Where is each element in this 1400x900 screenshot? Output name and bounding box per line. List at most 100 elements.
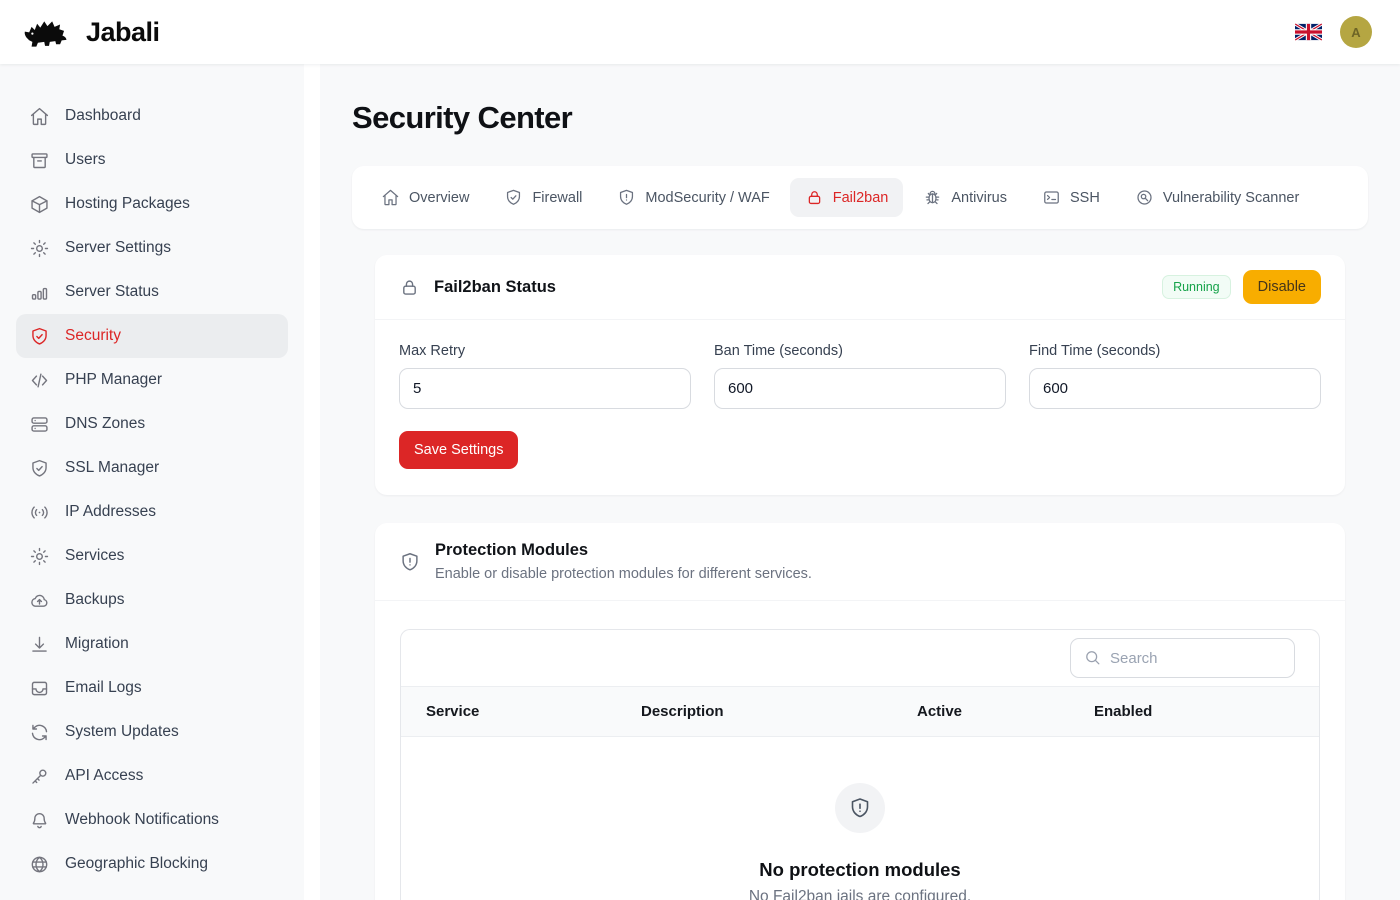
key-icon: [29, 766, 50, 787]
column-header-service: Service: [401, 687, 616, 736]
shield-check-icon: [29, 326, 50, 347]
max-retry-input[interactable]: [399, 368, 691, 409]
shield-alert-icon: [617, 188, 636, 207]
download-icon: [29, 634, 50, 655]
bell-icon: [29, 810, 50, 831]
column-header-enabled: Enabled: [1069, 687, 1319, 736]
sidebar-scrollbar-track[interactable]: [304, 64, 320, 900]
find-time-input[interactable]: [1029, 368, 1321, 409]
tab-label: SSH: [1070, 190, 1100, 206]
security-tabs: Overview Firewall ModSecurity / WAF Fail…: [352, 166, 1368, 229]
field-find-time: Find Time (seconds): [1029, 343, 1321, 409]
gear-icon: [29, 546, 50, 567]
broadcast-icon: [29, 502, 50, 523]
magnifier-circle-icon: [1135, 188, 1154, 207]
archive-box-icon: [29, 150, 50, 171]
search-icon: [1083, 648, 1102, 667]
card-title: Protection Modules: [435, 541, 812, 560]
arrows-rotate-icon: [29, 722, 50, 743]
field-max-retry: Max Retry: [399, 343, 691, 409]
sidebar-item-api-access[interactable]: API Access: [16, 754, 288, 798]
bar-chart-icon: [29, 282, 50, 303]
sidebar-item-services[interactable]: Services: [16, 534, 288, 578]
modules-table: Service Description Active Enabled No pr…: [400, 629, 1320, 900]
search-box: [1070, 638, 1295, 678]
sidebar-item-system-updates[interactable]: System Updates: [16, 710, 288, 754]
tab-label: Antivirus: [951, 190, 1007, 206]
sidebar-item-label: Users: [65, 151, 105, 169]
field-ban-time: Ban Time (seconds): [714, 343, 1006, 409]
sidebar-item-dns-zones[interactable]: DNS Zones: [16, 402, 288, 446]
sidebar-item-webhook-notifications[interactable]: Webhook Notifications: [16, 798, 288, 842]
sidebar-item-label: Geographic Blocking: [65, 855, 208, 873]
lock-icon: [399, 277, 420, 298]
sidebar-item-label: Security: [65, 327, 121, 345]
shield-check-icon: [504, 188, 523, 207]
field-label: Find Time (seconds): [1029, 343, 1321, 359]
top-header: Jabali A: [0, 0, 1400, 64]
sidebar-item-label: DNS Zones: [65, 415, 145, 433]
status-badge: Running: [1162, 275, 1231, 299]
sidebar-item-label: Backups: [65, 591, 124, 609]
table-header-row: Service Description Active Enabled: [401, 686, 1319, 737]
brand-logo[interactable]: Jabali: [22, 13, 160, 51]
inbox-icon: [29, 678, 50, 699]
lock-icon: [805, 188, 824, 207]
sidebar-nav: Dashboard Users Hosting Packages Server …: [0, 64, 304, 900]
empty-state: No protection modules No Fail2ban jails …: [401, 737, 1319, 900]
sidebar-item-users[interactable]: Users: [16, 138, 288, 182]
sidebar-item-email-logs[interactable]: Email Logs: [16, 666, 288, 710]
disable-button[interactable]: Disable: [1243, 270, 1321, 304]
tab-ssh[interactable]: SSH: [1027, 178, 1115, 217]
field-label: Ban Time (seconds): [714, 343, 1006, 359]
empty-state-subtitle: No Fail2ban jails are configured.: [749, 888, 971, 900]
tab-label: Vulnerability Scanner: [1163, 190, 1299, 206]
ban-time-input[interactable]: [714, 368, 1006, 409]
empty-state-icon-circle: [835, 783, 885, 833]
tab-antivirus[interactable]: Antivirus: [908, 178, 1022, 217]
shield-alert-icon: [399, 551, 421, 573]
cube-icon: [29, 194, 50, 215]
sidebar-item-security[interactable]: Security: [16, 314, 288, 358]
sidebar-item-label: Webhook Notifications: [65, 811, 219, 829]
sidebar-item-ssl-manager[interactable]: SSL Manager: [16, 446, 288, 490]
sidebar-item-dashboard[interactable]: Dashboard: [16, 94, 288, 138]
sidebar-item-geographic-blocking[interactable]: Geographic Blocking: [16, 842, 288, 886]
tab-modsecurity-waf[interactable]: ModSecurity / WAF: [602, 178, 784, 217]
save-settings-button[interactable]: Save Settings: [399, 431, 518, 469]
sidebar-item-label: Email Logs: [65, 679, 142, 697]
sidebar-item-label: Hosting Packages: [65, 195, 190, 213]
field-label: Max Retry: [399, 343, 691, 359]
sidebar-item-ip-addresses[interactable]: IP Addresses: [16, 490, 288, 534]
tab-overview[interactable]: Overview: [366, 178, 484, 217]
user-avatar[interactable]: A: [1340, 16, 1372, 48]
search-input[interactable]: [1070, 638, 1295, 678]
sidebar-item-label: Services: [65, 547, 124, 565]
sidebar-item-backups[interactable]: Backups: [16, 578, 288, 622]
card-title: Fail2ban Status: [434, 278, 556, 297]
tab-label: ModSecurity / WAF: [645, 190, 769, 206]
uk-flag-icon[interactable]: [1295, 23, 1322, 41]
column-header-description: Description: [616, 687, 892, 736]
tab-label: Overview: [409, 190, 469, 206]
main-content: Security Center Overview Firewall ModSec…: [320, 64, 1400, 900]
sidebar-item-label: IP Addresses: [65, 503, 156, 521]
sidebar-item-php-manager[interactable]: PHP Manager: [16, 358, 288, 402]
tab-label: Firewall: [532, 190, 582, 206]
card-subtitle: Enable or disable protection modules for…: [435, 566, 812, 582]
sidebar-item-hosting-packages[interactable]: Hosting Packages: [16, 182, 288, 226]
shield-alert-icon: [848, 796, 872, 820]
sidebar-item-server-settings[interactable]: Server Settings: [16, 226, 288, 270]
sidebar-item-label: API Access: [65, 767, 143, 785]
sidebar-item-label: Server Settings: [65, 239, 171, 257]
bug-icon: [923, 188, 942, 207]
fail2ban-status-card: Fail2ban Status Running Disable Max Retr…: [375, 255, 1345, 495]
tab-vulnerability-scanner[interactable]: Vulnerability Scanner: [1120, 178, 1314, 217]
home-icon: [381, 188, 400, 207]
home-icon: [29, 106, 50, 127]
tab-fail2ban[interactable]: Fail2ban: [790, 178, 904, 217]
tab-firewall[interactable]: Firewall: [489, 178, 597, 217]
sidebar-item-server-status[interactable]: Server Status: [16, 270, 288, 314]
sidebar-item-migration[interactable]: Migration: [16, 622, 288, 666]
protection-modules-card: Protection Modules Enable or disable pro…: [375, 523, 1345, 900]
